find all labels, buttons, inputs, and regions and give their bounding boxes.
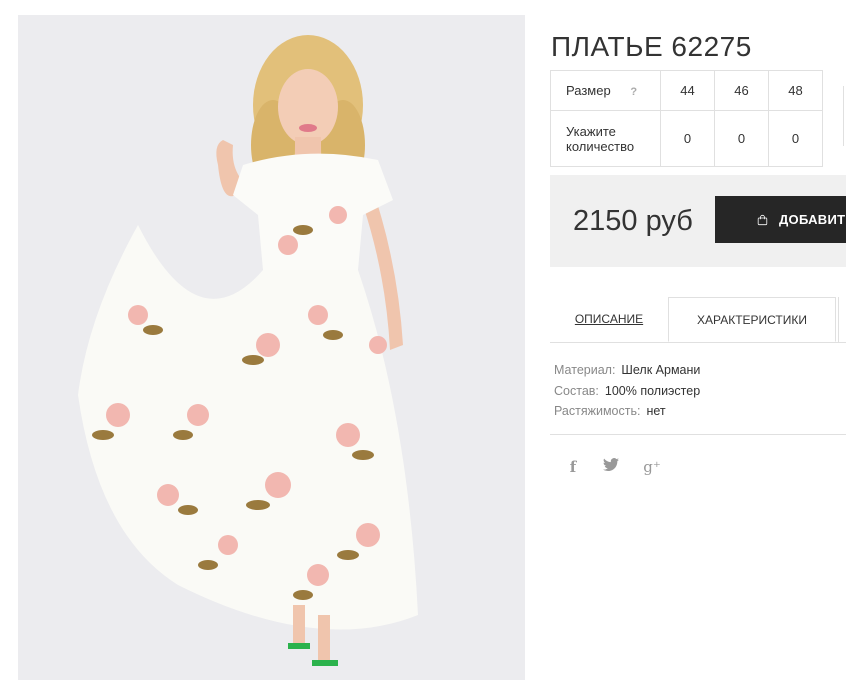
quantity-input-46[interactable]: 0 <box>714 110 769 167</box>
spec-row-material: Материал: Шелк Армани <box>554 360 700 381</box>
twitter-bird-icon <box>603 458 619 472</box>
social-share: f g⁺ <box>566 458 662 476</box>
spec-value: Шелк Армани <box>621 363 701 377</box>
dress-illustration <box>78 35 418 666</box>
spec-value: 100% полиэстер <box>604 383 701 398</box>
size-option-46[interactable]: 46 <box>714 70 769 111</box>
tab-characteristics[interactable]: ХАРАКТЕРИСТИКИ <box>668 297 836 342</box>
product-tabs: ОПИСАНИЕ ХАРАКТЕРИСТИКИ <box>550 297 846 343</box>
spec-key: Материал: <box>554 363 616 377</box>
google-plus-icon[interactable]: g⁺ <box>642 458 662 476</box>
spec-key: Растяжимость: <box>554 404 641 418</box>
twitter-icon[interactable] <box>602 458 620 476</box>
price-box: 2150 руб ДОБАВИТЬ <box>550 175 846 267</box>
price: 2150 руб <box>573 205 693 237</box>
divider <box>550 434 846 435</box>
add-to-cart-button[interactable]: ДОБАВИТЬ <box>715 196 846 243</box>
quantity-row: Укажите количество 0 0 0 <box>550 110 823 167</box>
size-row: Размер ? 44 46 48 <box>550 70 823 111</box>
size-option-44[interactable]: 44 <box>660 70 715 111</box>
product-photo[interactable] <box>18 15 525 680</box>
size-option-48[interactable]: 48 <box>768 70 823 111</box>
quantity-input-48[interactable]: 0 <box>768 110 823 167</box>
specs-list: Материал: Шелк Армани Состав: 100% полиэст… <box>554 360 700 422</box>
size-label: Размер <box>566 83 611 98</box>
shopping-bag-icon <box>757 214 768 225</box>
spec-row-stretch: Растяжимость: нет <box>554 401 700 422</box>
size-label-cell: Размер ? <box>550 70 661 111</box>
spec-value: нет <box>646 404 666 418</box>
facebook-icon[interactable]: f <box>566 458 580 476</box>
help-icon[interactable]: ? <box>630 86 637 98</box>
product-title: ПЛАТЬЕ 62275 <box>551 30 752 62</box>
add-to-cart-label: ДОБАВИТЬ <box>778 212 846 227</box>
tab-description[interactable]: ОПИСАНИЕ <box>550 297 668 342</box>
quantity-label: Укажите количество <box>550 110 661 167</box>
spec-row-composition: Состав: 100% полиэстер <box>554 381 700 402</box>
quantity-input-44[interactable]: 0 <box>660 110 715 167</box>
tab-next-partial <box>838 297 846 342</box>
size-table: Размер ? 44 46 48 Укажите количество 0 0… <box>550 70 823 167</box>
spec-key: Состав: <box>554 383 599 398</box>
